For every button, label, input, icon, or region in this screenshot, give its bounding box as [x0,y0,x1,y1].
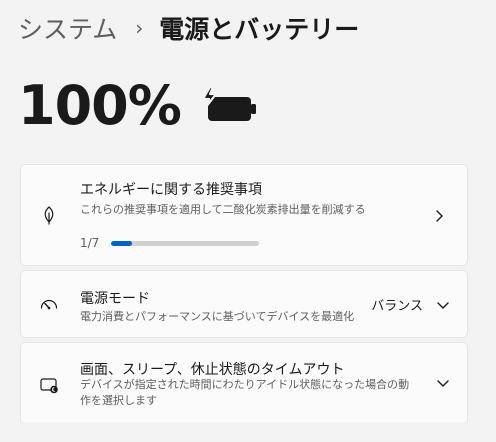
power-mode-title: 電源モード [80,291,150,307]
recommendations-progress-text: 1/7 [80,236,100,250]
chevron-down-icon[interactable] [435,297,451,313]
screen-sleep-icon [40,378,58,394]
energy-recommendations-title: エネルギーに関する推奨事項 [80,182,262,198]
breadcrumb-system-link[interactable]: システム [18,10,117,46]
page-title: 電源とバッテリー [159,15,360,44]
breadcrumb-separator: › [135,16,144,40]
power-mode-subtitle: 電力消費とパフォーマンスに基づいてデバイスを最適化 [80,310,355,323]
battery-charging-icon [201,85,256,121]
leaf-icon [44,206,54,225]
power-mode-card: 電源モード 電力消費とパフォーマンスに基づいてデバイスを最適化 バランス [20,270,468,338]
screen-sleep-timeout-title: 画面、スリープ、休止状態のタイムアウト [80,362,345,378]
energy-recommendations-card[interactable]: エネルギーに関する推奨事項 これらの推奨事項を適用して二酸化炭素排出量を削減する… [20,164,468,266]
battery-status: 100% [18,70,259,140]
power-mode-dropdown[interactable]: バランス [371,295,423,314]
speedometer-icon [40,299,58,310]
chevron-right-icon [436,210,443,222]
screen-sleep-timeout-card[interactable]: 画面、スリープ、休止状態のタイムアウト デバイスが指定された時間にわたりアイドル… [20,342,468,422]
screen-sleep-timeout-subtitle: デバイスが指定された時間にわたりアイドル状態になった場合の動作を選択します [80,378,410,407]
chevron-down-icon[interactable] [435,375,451,391]
energy-recommendations-subtitle: これらの推奨事項を適用して二酸化炭素排出量を削減する [80,203,366,216]
breadcrumb: システム › 電源とバッテリー [18,8,359,48]
recommendations-progress-fill [111,241,133,246]
recommendations-progress-bar [111,241,259,246]
battery-percentage: 100% [18,73,182,137]
